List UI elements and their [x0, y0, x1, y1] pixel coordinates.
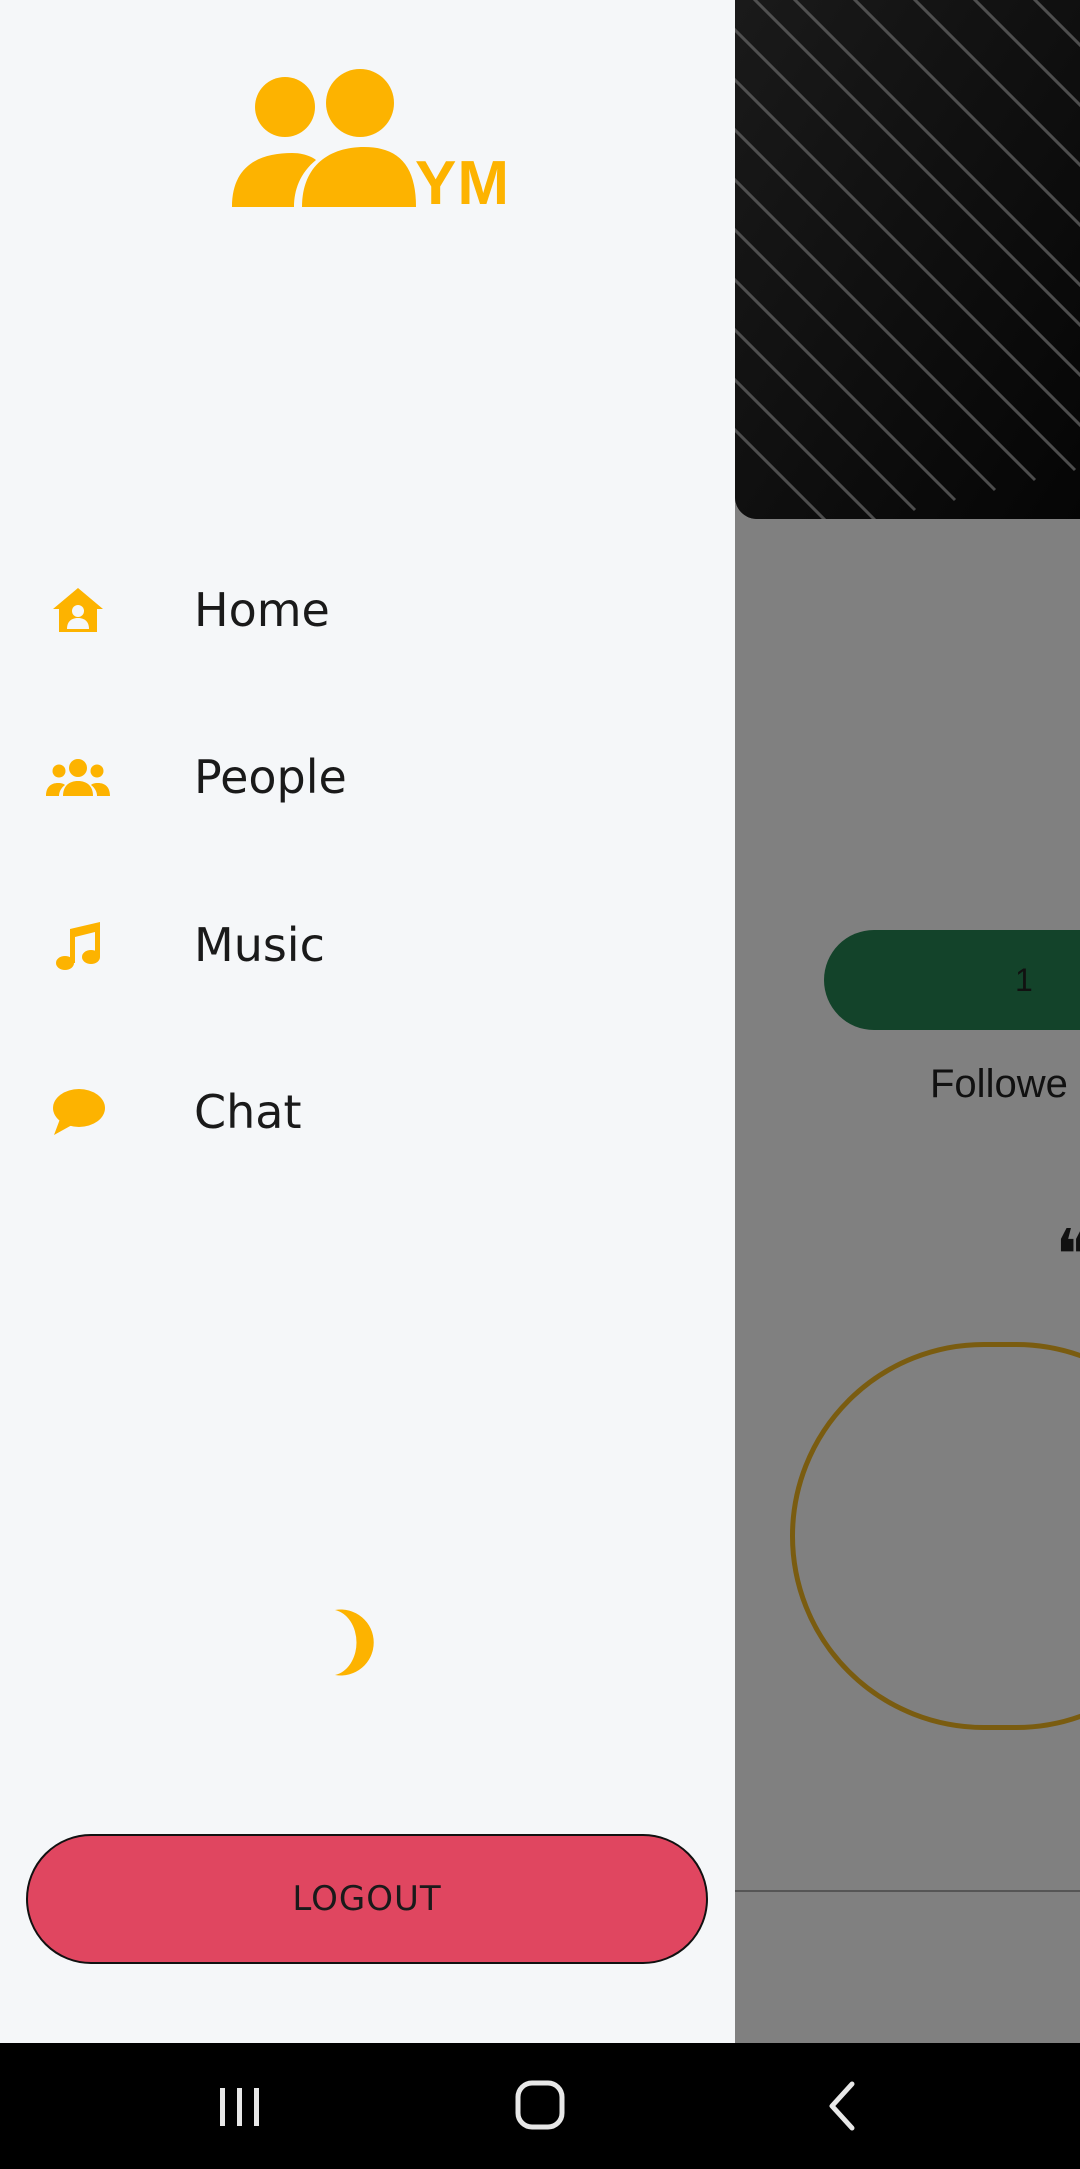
back-icon[interactable] [802, 2071, 882, 2141]
drawer-item-people[interactable]: People [0, 712, 735, 842]
drawer-item-chat[interactable]: Chat [0, 1047, 735, 1177]
recent-apps-icon[interactable] [200, 2071, 280, 2141]
drawer-item-label: People [194, 750, 347, 804]
moon-icon[interactable] [325, 1605, 385, 1680]
group-icon [45, 747, 111, 807]
drawer-item-label: Home [194, 583, 330, 637]
drawer-item-home[interactable]: Home [0, 545, 735, 675]
logout-label: LOGOUT [292, 1879, 442, 1919]
bio-outline-card [790, 1342, 1080, 1730]
home-icon[interactable] [501, 2071, 581, 2141]
drawer-item-music[interactable]: Music [0, 880, 735, 1010]
system-navigation-bar [0, 2043, 1080, 2169]
divider [735, 1890, 1080, 1892]
home-person-icon [45, 580, 111, 640]
logout-button[interactable]: LOGOUT [26, 1834, 708, 1964]
music-note-icon [45, 915, 111, 975]
chat-bubble-icon [45, 1082, 111, 1142]
drawer-item-label: Chat [194, 1085, 302, 1139]
followers-label: Followe [930, 1062, 1068, 1106]
profile-cover-image [735, 0, 1080, 519]
followers-count-pill [824, 930, 1080, 1030]
logo-text: YM [415, 149, 510, 218]
followers-count: 1 [1015, 962, 1033, 998]
navigation-drawer: YM Home People Music Chat LOGOUT [0, 0, 735, 2043]
quote-icon: ❝ [1055, 1214, 1080, 1296]
drawer-item-label: Music [194, 918, 325, 972]
